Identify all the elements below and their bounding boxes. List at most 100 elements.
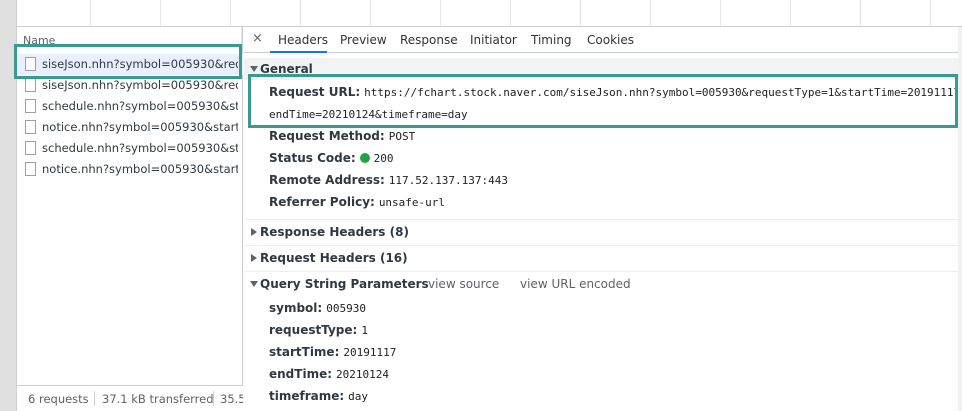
status-code-value: 200 (373, 152, 394, 165)
request-url-value-line1: https://fchart.stock.naver.com/siseJson.… (364, 86, 962, 99)
timeline-gridline (510, 0, 511, 26)
request-name: schedule.nhn?symbol=005930&sta... (42, 99, 238, 113)
timeline-gridline (440, 0, 441, 26)
timeline-gridline (930, 0, 931, 26)
query-param-row: requestType: 1 (269, 323, 368, 343)
status-code-label: Status Code: (269, 151, 356, 165)
document-icon (25, 141, 36, 155)
query-string-title: Query String Parameters (260, 277, 429, 291)
timeline-gridline (90, 0, 91, 26)
request-url-row: Request URL: https://fchart.stock.naver.c… (269, 85, 962, 105)
timeline-gridline (370, 0, 371, 26)
request-method-row: Request Method: POST (269, 129, 415, 149)
tab-timing[interactable]: Timing (531, 27, 572, 53)
timeline-gridline (790, 0, 791, 26)
referrer-policy-label: Referrer Policy: (269, 195, 375, 209)
timeline-gridline (720, 0, 721, 26)
detail-scrollbar[interactable] (958, 27, 962, 411)
request-name: notice.nhn?symbol=005930&startT... (42, 162, 238, 176)
request-name: notice.nhn?symbol=005930&startT... (42, 120, 238, 134)
request-row[interactable]: notice.nhn?symbol=005930&startT... (17, 117, 243, 138)
request-name: schedule.nhn?symbol=005930&sta... (42, 141, 238, 155)
left-gutter (0, 0, 17, 411)
request-url-row-continued: endTime=20210124&timeframe=day (269, 107, 468, 127)
remote-address-label: Remote Address: (269, 173, 385, 187)
collapsed-triangle-icon (251, 254, 257, 262)
timeline-gridline (650, 0, 651, 26)
referrer-policy-value: unsafe-url (378, 196, 446, 209)
query-param-row: endTime: 20210124 (269, 367, 389, 387)
param-value: 20191117 (343, 346, 397, 359)
tab-preview[interactable]: Preview (340, 27, 387, 53)
document-icon (25, 78, 36, 92)
param-key: timeframe: (269, 389, 345, 403)
request-name: siseJson.nhn?symbol=005930&req... (42, 57, 238, 71)
referrer-policy-row: Referrer Policy: unsafe-url (269, 195, 445, 215)
status-divider (213, 391, 214, 406)
document-icon (25, 57, 36, 71)
view-source-link[interactable]: view source (428, 277, 499, 291)
tab-response[interactable]: Response (400, 27, 458, 53)
request-row[interactable]: siseJson.nhn?symbol=005930&req... (17, 54, 243, 75)
param-value: 1 (361, 324, 368, 337)
tab-initiator[interactable]: Initiator (470, 27, 517, 53)
request-headers-title: Request Headers (16) (260, 251, 408, 265)
expand-triangle-icon (250, 66, 258, 72)
tab-headers[interactable]: Headers (270, 27, 328, 53)
resources-size: 35.5 (220, 392, 243, 406)
param-key: requestType: (269, 323, 358, 337)
request-list: Name siseJson.nhn?symbol=005930&req... s… (17, 27, 243, 411)
remote-address-row: Remote Address: 117.52.137.137:443 (269, 173, 508, 193)
timeline-gridline (230, 0, 231, 26)
tab-cookies[interactable]: Cookies (587, 27, 634, 53)
timeline-overview[interactable] (17, 0, 962, 27)
request-row[interactable]: notice.nhn?symbol=005930&startT... (17, 159, 243, 180)
section-divider (244, 271, 958, 272)
param-key: symbol: (269, 301, 323, 315)
timeline-gridline (160, 0, 161, 26)
param-value: 005930 (326, 302, 366, 315)
param-value: day (348, 390, 369, 403)
section-divider (244, 245, 958, 246)
response-headers-title: Response Headers (8) (260, 225, 409, 239)
detail-tabs: × Headers Preview Response Initiator Tim… (244, 27, 962, 53)
request-detail-panel: × Headers Preview Response Initiator Tim… (244, 27, 962, 411)
network-status-bar: 6 requests 37.1 kB transferred 35.5 (17, 385, 243, 411)
param-key: startTime: (269, 345, 340, 359)
param-value: 20210124 (336, 368, 389, 381)
general-section-header[interactable]: General (244, 58, 958, 80)
view-url-encoded-link[interactable]: view URL encoded (520, 277, 631, 291)
query-param-row: symbol: 005930 (269, 301, 366, 321)
transferred-size: 37.1 kB transferred (102, 392, 214, 406)
status-divider (94, 391, 95, 406)
timeline-gridline (580, 0, 581, 26)
query-param-row: startTime: 20191117 (269, 345, 396, 365)
param-key: endTime: (269, 367, 333, 381)
request-url-value-line2: endTime=20210124&timeframe=day (269, 108, 468, 121)
close-icon[interactable]: × (252, 31, 263, 46)
query-param-row: timeframe: day (269, 389, 368, 409)
timeline-gridline (860, 0, 861, 26)
response-headers-section[interactable]: Response Headers (8) (244, 221, 958, 243)
document-icon (25, 120, 36, 134)
request-row[interactable]: schedule.nhn?symbol=005930&sta... (17, 96, 243, 117)
timeline-gridline (300, 0, 301, 26)
status-ok-dot-icon (359, 153, 370, 163)
collapsed-triangle-icon (251, 228, 257, 236)
name-column-header[interactable]: Name (17, 27, 243, 47)
request-row[interactable]: schedule.nhn?symbol=005930&sta... (17, 138, 243, 159)
query-string-section[interactable]: Query String Parameters view source view… (244, 273, 958, 295)
request-url-label: Request URL: (269, 85, 361, 99)
document-icon (25, 99, 36, 113)
section-divider (244, 219, 958, 220)
request-row[interactable]: siseJson.nhn?symbol=005930&req... (17, 75, 243, 96)
name-column-label: Name (23, 34, 56, 47)
request-count: 6 requests (28, 392, 89, 406)
expand-triangle-icon (250, 281, 258, 287)
document-icon (25, 162, 36, 176)
column-separator (241, 27, 242, 47)
request-name: siseJson.nhn?symbol=005930&req... (42, 78, 238, 92)
request-method-label: Request Method: (269, 129, 385, 143)
request-method-value: POST (388, 130, 416, 143)
request-headers-section[interactable]: Request Headers (16) (244, 247, 958, 269)
